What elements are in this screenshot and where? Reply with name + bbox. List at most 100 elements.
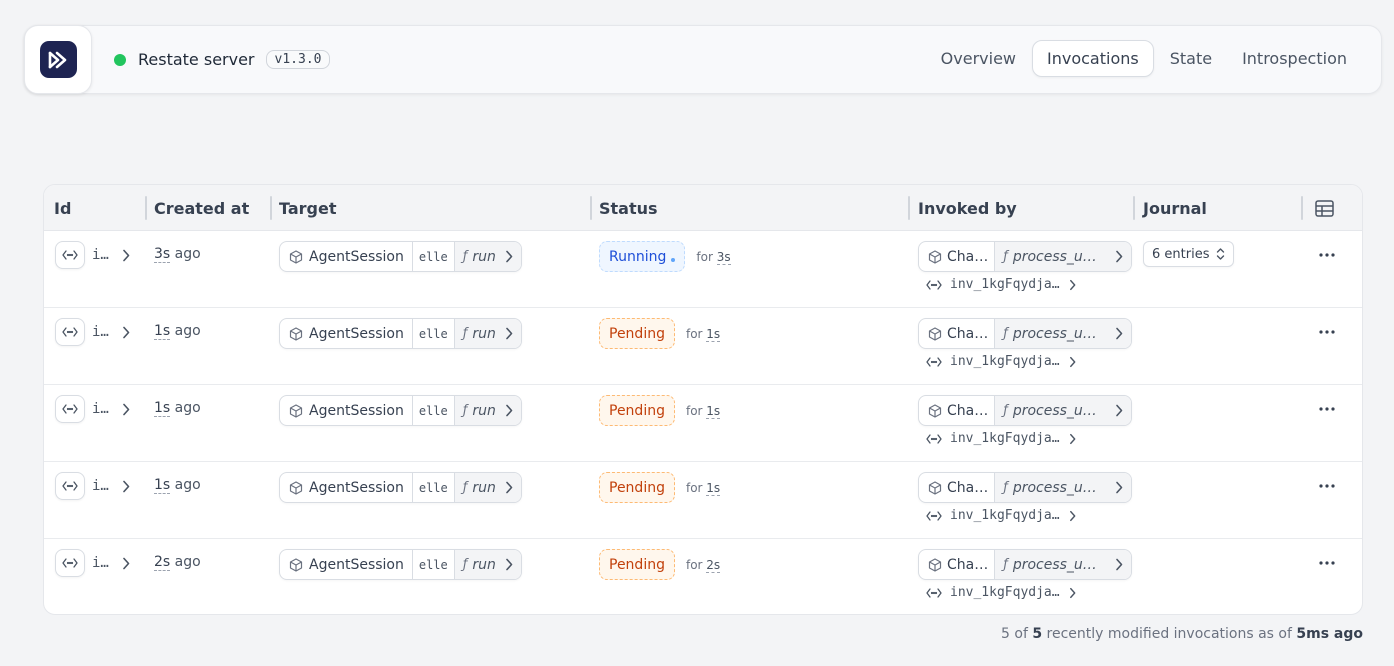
invoked-by-chip[interactable]: Cha… ƒ process_u…: [918, 318, 1132, 349]
invoker-service[interactable]: Cha…: [919, 550, 994, 579]
column-header-status[interactable]: Status: [599, 185, 658, 231]
invoker-service[interactable]: Cha…: [919, 396, 994, 425]
invoker-handler[interactable]: ƒ process_u…: [994, 319, 1131, 348]
cube-icon: [928, 557, 942, 572]
target-key[interactable]: elle: [411, 473, 454, 502]
column-resizer[interactable]: [590, 196, 592, 220]
chevron-right-icon[interactable]: [122, 326, 130, 339]
status-label: Pending: [609, 402, 665, 419]
target-handler[interactable]: ƒ run: [453, 550, 521, 579]
invoked-by-chip[interactable]: Cha… ƒ process_u…: [918, 549, 1132, 580]
table-row[interactable]: i… 3s ago AgentSession elle ƒ run Runnin…: [44, 231, 1362, 308]
nav-state[interactable]: State: [1156, 41, 1226, 76]
target-key[interactable]: elle: [411, 242, 454, 271]
status-duration: for 1s: [686, 326, 721, 342]
invoker-invocation-link[interactable]: inv_1kgFqydja…: [926, 508, 1076, 523]
column-resizer[interactable]: [1301, 196, 1303, 220]
invoked-by-chip[interactable]: Cha… ƒ process_u…: [918, 395, 1132, 426]
more-horizontal-icon[interactable]: [1318, 477, 1336, 495]
column-header-id[interactable]: Id: [54, 185, 71, 231]
chevron-right-icon: [1115, 558, 1123, 571]
journal-entries-label: 6 entries: [1152, 246, 1210, 262]
target-chip[interactable]: AgentSession elle ƒ run: [279, 549, 522, 580]
invoker-service[interactable]: Cha…: [919, 473, 994, 502]
invocation-id-cell[interactable]: i…: [55, 318, 130, 346]
target-chip[interactable]: AgentSession elle ƒ run: [279, 472, 522, 503]
invoker-invocation-link[interactable]: inv_1kgFqydja…: [926, 585, 1076, 600]
target-handler[interactable]: ƒ run: [453, 396, 521, 425]
target-service[interactable]: AgentSession: [280, 396, 412, 425]
target-chip[interactable]: AgentSession elle ƒ run: [279, 241, 522, 272]
status-duration-value: 3s: [716, 249, 731, 265]
created-at-value: 1s: [154, 323, 171, 340]
invocation-id: i…: [92, 478, 109, 494]
column-resizer[interactable]: [270, 196, 272, 220]
invoker-handler[interactable]: ƒ process_u…: [994, 396, 1131, 425]
target-handler[interactable]: ƒ run: [453, 242, 521, 271]
created-at-suffix: ago: [170, 477, 201, 493]
invocation-id-cell[interactable]: i…: [55, 549, 130, 577]
more-horizontal-icon[interactable]: [1318, 554, 1336, 572]
more-horizontal-icon[interactable]: [1318, 246, 1336, 264]
invocation-id-cell[interactable]: i…: [55, 472, 130, 500]
chevron-right-icon[interactable]: [122, 249, 130, 262]
invoker-invocation-link[interactable]: inv_1kgFqydja…: [926, 354, 1076, 369]
invoker-invocation-link[interactable]: inv_1kgFqydja…: [926, 277, 1076, 292]
invoked-by-chip[interactable]: Cha… ƒ process_u…: [918, 472, 1132, 503]
target-key[interactable]: elle: [411, 550, 454, 579]
invoker-handler[interactable]: ƒ process_u…: [994, 242, 1131, 271]
created-at: 3s ago: [154, 246, 201, 263]
status-duration: for 1s: [686, 403, 721, 419]
target-handler[interactable]: ƒ run: [453, 319, 521, 348]
chevron-right-icon[interactable]: [122, 403, 130, 416]
target-service[interactable]: AgentSession: [280, 242, 412, 271]
column-resizer[interactable]: [1133, 196, 1135, 220]
chevron-right-icon: [505, 558, 513, 571]
invoked-by-chip[interactable]: Cha… ƒ process_u…: [918, 241, 1132, 272]
invoker-handler[interactable]: ƒ process_u…: [994, 473, 1131, 502]
column-header-invoked-by[interactable]: Invoked by: [918, 185, 1017, 231]
column-header-target[interactable]: Target: [279, 185, 337, 231]
server-name: Restate server: [138, 50, 255, 69]
table-row[interactable]: i… 1s ago AgentSession elle ƒ run Pendin…: [44, 385, 1362, 462]
restate-logo-icon: [39, 41, 77, 78]
status-duration-value: 1s: [706, 480, 721, 496]
target-chip[interactable]: AgentSession elle ƒ run: [279, 395, 522, 426]
created-at: 1s ago: [154, 400, 201, 417]
chevron-right-icon[interactable]: [122, 480, 130, 493]
table-row[interactable]: i… 1s ago AgentSession elle ƒ run Pendin…: [44, 462, 1362, 539]
function-icon: ƒ: [462, 480, 468, 495]
nav-invocations[interactable]: Invocations: [1032, 40, 1154, 77]
nav-overview[interactable]: Overview: [927, 41, 1030, 76]
cube-icon: [289, 403, 303, 418]
target-key[interactable]: elle: [411, 319, 454, 348]
table-row[interactable]: i… 2s ago AgentSession elle ƒ run Pendin…: [44, 539, 1362, 614]
code-brackets-icon: [55, 241, 85, 269]
invoker-invocation-link[interactable]: inv_1kgFqydja…: [926, 431, 1076, 446]
target-service[interactable]: AgentSession: [280, 319, 412, 348]
invoker-service[interactable]: Cha…: [919, 242, 994, 271]
column-resizer[interactable]: [145, 196, 147, 220]
invoker-handler[interactable]: ƒ process_u…: [994, 550, 1131, 579]
logo-button[interactable]: [24, 25, 92, 94]
chevron-right-icon[interactable]: [122, 557, 130, 570]
more-horizontal-icon[interactable]: [1318, 323, 1336, 341]
journal-entries-button[interactable]: 6 entries: [1143, 241, 1235, 267]
table-columns-icon[interactable]: [1315, 185, 1334, 231]
target-chip[interactable]: AgentSession elle ƒ run: [279, 318, 522, 349]
column-resizer[interactable]: [908, 196, 910, 220]
footer-count: 5: [1001, 626, 1010, 642]
invocation-id-cell[interactable]: i…: [55, 241, 130, 269]
target-service[interactable]: AgentSession: [280, 550, 412, 579]
column-header-journal[interactable]: Journal: [1143, 185, 1207, 231]
target-handler[interactable]: ƒ run: [453, 473, 521, 502]
target-key[interactable]: elle: [411, 396, 454, 425]
target-service[interactable]: AgentSession: [280, 473, 412, 502]
function-icon: ƒ: [462, 557, 468, 572]
nav-introspection[interactable]: Introspection: [1228, 41, 1361, 76]
table-row[interactable]: i… 1s ago AgentSession elle ƒ run Pendin…: [44, 308, 1362, 385]
invoker-service[interactable]: Cha…: [919, 319, 994, 348]
more-horizontal-icon[interactable]: [1318, 400, 1336, 418]
column-header-created-at[interactable]: Created at: [154, 185, 249, 231]
invocation-id-cell[interactable]: i…: [55, 395, 130, 423]
